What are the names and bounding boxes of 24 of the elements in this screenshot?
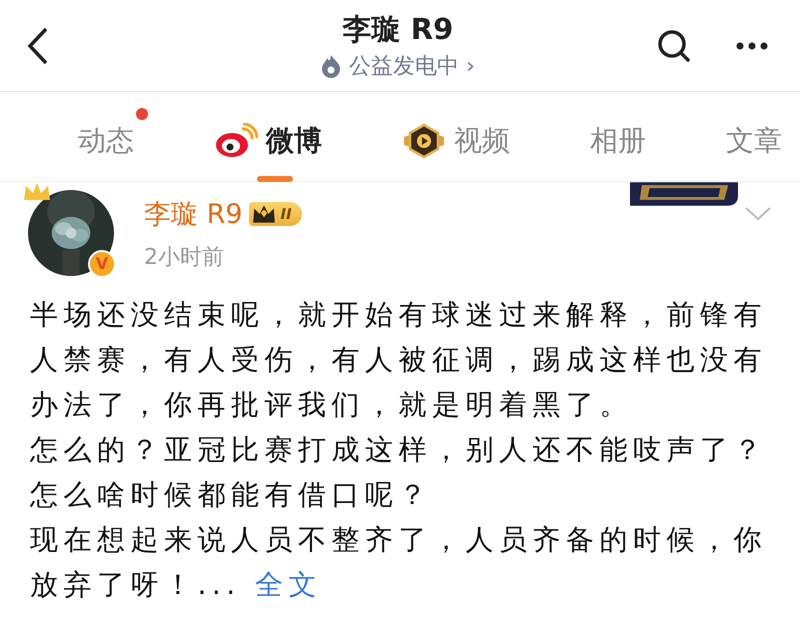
profile-tab[interactable]: 相册 [590, 108, 660, 166]
weibo-icon [214, 122, 258, 158]
full-text-link[interactable]: 全文 [255, 568, 322, 601]
profile-tab[interactable]: 动态 [78, 108, 148, 166]
post-text: 半场还没结束呢，就开始有球迷过来解释，前锋有人禁赛，有人受伤，有人被征调，踢成这样也没有办法了，你再批评我们，就是明着黑了。 [30, 297, 768, 423]
member-level-badge[interactable]: II [248, 202, 302, 226]
level-number: II [280, 205, 292, 223]
charity-status-link[interactable]: 公益发电中 › [349, 50, 475, 80]
post-text: 怎么啥时候都能有借口呢？ [30, 477, 433, 513]
search-icon[interactable] [656, 28, 692, 64]
crown-icon [250, 203, 277, 225]
verified-badge: V [88, 250, 116, 278]
profile-tab[interactable]: 视频 [402, 108, 524, 166]
post-time: 2小时前 [144, 244, 225, 272]
page-title: 李璇 R9 [342, 10, 454, 46]
profile-tab[interactable]: 微博 [214, 108, 336, 166]
author-name[interactable]: 李璇 R9 [144, 196, 243, 232]
post-text: 怎么的？亚冠比赛打成这样，别人还不能吱声了？ [30, 432, 768, 468]
profile-tab[interactable]: 文章 [726, 108, 796, 166]
flame-icon [321, 54, 342, 78]
video-icon [402, 122, 446, 158]
post-text: 现在想起来说人员不整齐了，人员齐备的时候，你放弃了呀！... 全文 [30, 522, 768, 603]
active-tab-indicator [257, 176, 293, 182]
back-icon[interactable] [26, 26, 50, 66]
